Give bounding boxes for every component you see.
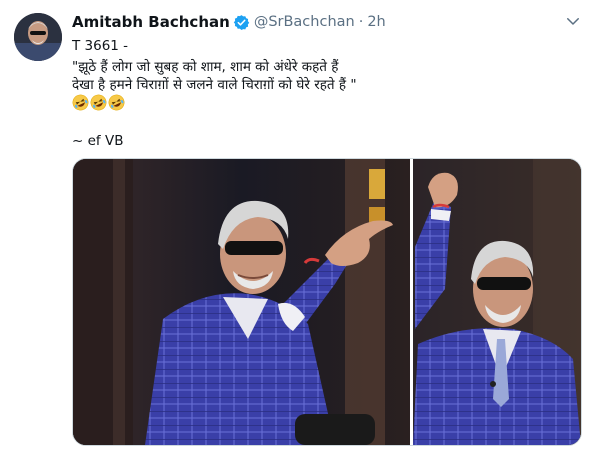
emoji-row bbox=[72, 94, 126, 111]
tweet-text-line: T 3661 - bbox=[72, 38, 129, 54]
chevron-down-icon[interactable] bbox=[564, 12, 582, 30]
tweet-text-line: देखा है हमने चिराग़ों से जलने वाले चिराग… bbox=[72, 77, 357, 93]
photo-left[interactable] bbox=[73, 159, 410, 445]
author-name[interactable]: Amitabh Bachchan bbox=[72, 13, 230, 31]
verified-badge-icon bbox=[233, 14, 250, 30]
tweet-text-line: "झूठे हैं लोग जो सुबह को शाम, शाम को अंध… bbox=[72, 59, 339, 75]
rofl-emoji-icon bbox=[72, 94, 89, 111]
avatar[interactable] bbox=[14, 13, 62, 61]
tweet-card[interactable]: Amitabh Bachchan @SrBachchan · 2h T 3661… bbox=[0, 0, 600, 450]
header-separator: · bbox=[358, 14, 364, 30]
media-photos bbox=[73, 159, 581, 445]
tweet-media[interactable] bbox=[72, 158, 582, 446]
photo-right[interactable] bbox=[413, 159, 581, 445]
rofl-emoji-icon bbox=[108, 94, 125, 111]
tweet-header: Amitabh Bachchan @SrBachchan · 2h bbox=[72, 12, 386, 32]
tweet-signature: ~ ef VB bbox=[72, 133, 124, 149]
author-handle[interactable]: @SrBachchan bbox=[254, 14, 355, 30]
rofl-emoji-icon bbox=[90, 94, 107, 111]
tweet-timestamp[interactable]: 2h bbox=[367, 14, 385, 30]
